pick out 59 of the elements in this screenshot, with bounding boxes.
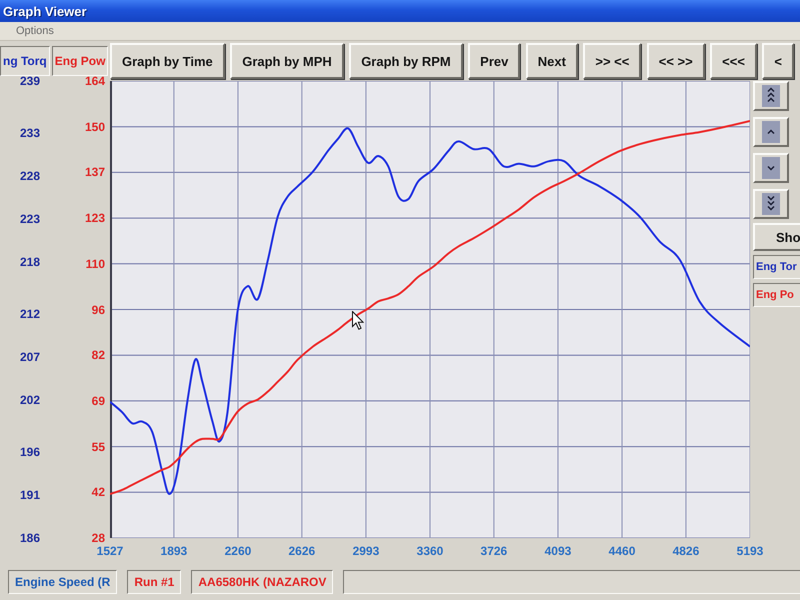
secondary-y-axis-tick-label: 150	[84, 120, 105, 134]
series-legend-field: Eng Po	[753, 283, 800, 307]
x-axis-tick-label: 4826	[672, 544, 700, 558]
x-axis-tick-label: 1527	[96, 544, 124, 558]
y-axis-tick-label: 202	[20, 393, 40, 408]
side-panel-button[interactable]: Sho	[753, 223, 800, 251]
x-axis-tick-label: 2260	[224, 544, 252, 558]
window-title: Graph Viewer	[3, 4, 87, 18]
x-axis-tick-label: 5193	[736, 544, 764, 558]
y-axis-tick-label: 218	[20, 255, 40, 270]
status-field: AA6580HK (NAZAROV	[191, 570, 334, 594]
y-axis-tick-label: 186	[20, 531, 40, 545]
secondary-y-axis-tick-label: 137	[84, 165, 105, 180]
toolbar-button[interactable]: <	[762, 43, 794, 79]
secondary-y-axis-tick-label: 42	[92, 485, 105, 500]
y-axis-tick-label: 233	[20, 126, 40, 140]
status-field: Run #1	[127, 570, 182, 594]
y-axis-tick-label: 207	[20, 350, 40, 364]
toolbar-button[interactable]: Next	[526, 43, 578, 79]
mouse-pointer-icon	[352, 311, 364, 330]
y-axis-tick-label: 228	[20, 168, 40, 183]
scroll-button[interactable]	[753, 81, 789, 111]
toolbar-button[interactable]: Graph by MPH	[230, 43, 344, 79]
secondary-y-axis-tick-label: 69	[92, 394, 105, 408]
y-axis-tick-label: 239	[20, 74, 40, 88]
x-axis-tick-label: 3726	[480, 544, 508, 558]
chevron-up-icon	[762, 121, 780, 143]
x-axis-tick-label: 1893	[160, 544, 188, 558]
menu-item[interactable]: Options	[12, 25, 58, 37]
toolbar-button[interactable]: Graph by RPM	[349, 43, 463, 79]
secondary-y-axis-tick-label: 55	[92, 440, 105, 454]
series-legend-field: Eng Pow	[52, 46, 108, 76]
scroll-button[interactable]	[753, 189, 789, 219]
x-axis-tick-label: 4460	[608, 544, 636, 558]
series-legend-field: ng Torq	[0, 46, 50, 76]
secondary-y-axis-tick-label: 82	[92, 348, 105, 362]
y-axis-tick-label: 196	[20, 444, 40, 459]
status-field: Engine Speed (R	[8, 570, 118, 594]
secondary-y-axis-tick-label: 110	[86, 256, 105, 271]
secondary-y-axis-tick-label: 123	[84, 211, 105, 226]
secondary-y-axis-tick-label: 164	[84, 74, 105, 88]
toolbar-button[interactable]: Prev	[468, 43, 520, 79]
y-axis-tick-label: 212	[20, 306, 40, 321]
secondary-y-axis-tick-label: 96	[92, 302, 105, 316]
x-axis-tick-label: 2993	[352, 544, 380, 558]
y-axis-tick-label: 223	[20, 212, 40, 226]
toolbar-button[interactable]: Graph by Time	[110, 43, 225, 79]
y-axis-tick-label: 191	[20, 488, 40, 502]
toolbar-button[interactable]: << >>	[646, 43, 705, 79]
series-legend-field: Eng Tor	[753, 255, 800, 279]
toolbar-button[interactable]: <<<	[710, 43, 757, 79]
x-axis-tick-label: 2626	[288, 544, 316, 558]
chevrons-up-icon	[762, 85, 780, 107]
chevrons-down-icon	[762, 193, 780, 215]
chevron-down-icon	[762, 157, 780, 179]
toolbar-button[interactable]: >> <<	[583, 43, 642, 79]
secondary-y-axis-tick-label: 28	[92, 531, 105, 545]
x-axis-tick-label: 4093	[544, 544, 572, 558]
x-axis-tick-label: 3360	[416, 544, 444, 558]
